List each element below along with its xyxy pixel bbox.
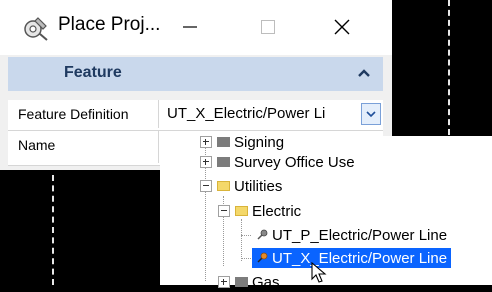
- tree-item-survey-office-use[interactable]: Survey Office Use: [200, 152, 355, 172]
- folder-icon: [217, 157, 230, 167]
- open-folder-icon: [235, 206, 248, 216]
- tree-item-label: Gas: [252, 273, 280, 291]
- window-title: Place Proj...: [58, 14, 161, 35]
- tree-item-gas[interactable]: Gas: [218, 272, 280, 292]
- tree-item-electric[interactable]: Electric: [218, 201, 301, 221]
- minimize-button[interactable]: [170, 10, 210, 44]
- close-icon: [334, 19, 350, 35]
- folder-icon: [217, 137, 230, 147]
- road-dash-line-right: [448, 0, 450, 135]
- maximize-button[interactable]: [248, 10, 288, 44]
- close-button[interactable]: [322, 10, 362, 44]
- tree-connector: [241, 219, 242, 261]
- maximize-icon: [261, 20, 275, 34]
- feature-definition-dropdown-button[interactable]: [361, 103, 381, 125]
- gear-tools-icon: [24, 17, 48, 41]
- tree-item-label: UT_X_Electric/Power Line: [272, 249, 448, 267]
- chevron-down-icon: [366, 110, 376, 117]
- open-folder-icon: [217, 181, 230, 191]
- feature-icon: [257, 229, 268, 240]
- feature-section-header[interactable]: Feature: [8, 57, 383, 91]
- minimize-icon: [183, 26, 197, 28]
- tree-item-label: Electric: [252, 202, 302, 220]
- tree-item-ut-x-electric-power-line[interactable]: UT_X_Electric/Power Line: [252, 248, 452, 268]
- feature-section-title: Feature: [64, 64, 122, 81]
- tree-item-label: Utilities: [234, 177, 283, 195]
- name-label: Name: [18, 137, 56, 153]
- chevron-up-icon[interactable]: [357, 68, 371, 78]
- expand-icon[interactable]: [200, 156, 212, 168]
- folder-icon: [235, 277, 248, 287]
- collapse-icon[interactable]: [200, 180, 212, 192]
- tree-item-signing[interactable]: Signing: [200, 132, 284, 152]
- road-dash-line-left: [52, 175, 54, 285]
- tree-connector: [241, 235, 251, 236]
- tree-item-label: Signing: [234, 133, 285, 151]
- tree-connector: [241, 258, 251, 259]
- feature-definition-field[interactable]: UT_X_Electric/Power Li: [158, 100, 383, 128]
- feature-definition-tree-popup: Signing Survey Office Use Utilities Elec…: [160, 134, 492, 291]
- expand-icon[interactable]: [218, 276, 230, 288]
- tree-item-label: UT_P_Electric/Power Line: [272, 226, 448, 244]
- feature-definition-value: UT_X_Electric/Power Li: [167, 105, 326, 122]
- tree-item-label: Survey Office Use: [234, 153, 355, 171]
- mouse-cursor-icon: [311, 262, 327, 283]
- feature-icon: [257, 252, 268, 263]
- tree-item-ut-p-electric-power-line[interactable]: UT_P_Electric/Power Line: [252, 225, 449, 245]
- feature-definition-row: Feature Definition UT_X_Electric/Power L…: [8, 100, 383, 131]
- tree-item-utilities[interactable]: Utilities: [200, 176, 282, 196]
- feature-definition-label: Feature Definition: [18, 106, 129, 122]
- expand-icon[interactable]: [200, 136, 212, 148]
- collapse-icon[interactable]: [218, 205, 230, 217]
- title-bar[interactable]: Place Proj...: [0, 0, 392, 55]
